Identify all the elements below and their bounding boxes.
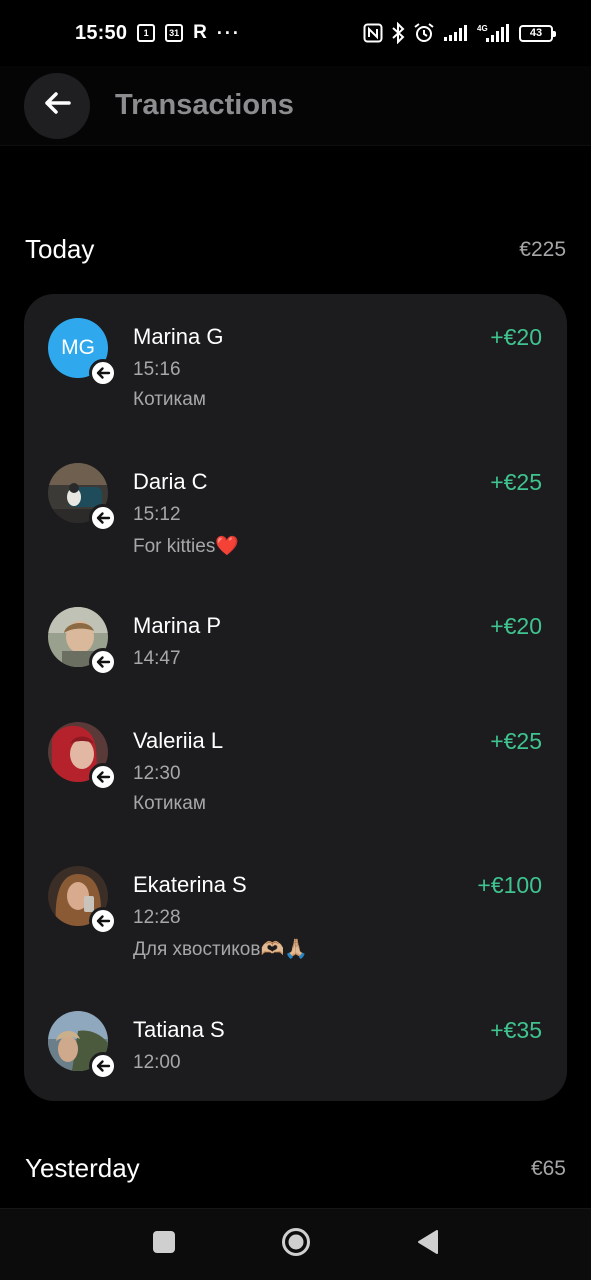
avatar-initials: MG	[61, 336, 95, 359]
transaction-time: 14:47	[133, 648, 181, 669]
status-bar: 15:50 1 31 R ··· 4G 43	[0, 0, 591, 66]
transaction-name: Valeriia L	[133, 728, 224, 753]
section-title: Yesterday	[25, 1153, 140, 1183]
transaction-amount: +€100	[477, 872, 542, 898]
incoming-arrow-icon	[89, 359, 117, 387]
incoming-arrow-icon	[89, 648, 117, 676]
app-header: Transactions	[0, 66, 591, 146]
more-notifications-icon: ···	[216, 22, 241, 43]
status-time: 15:50	[75, 21, 128, 44]
incoming-arrow-icon	[89, 504, 117, 532]
transaction-name: Daria C	[133, 469, 208, 494]
alarm-icon	[413, 22, 435, 44]
section-total: €225	[519, 237, 566, 261]
transaction-note: For kitties❤️	[133, 536, 240, 557]
home-button[interactable]	[276, 1225, 316, 1265]
transaction-time: 12:00	[133, 1052, 181, 1073]
system-nav-bar	[0, 1208, 591, 1280]
transaction-row[interactable]: Marina P 14:47 +€20	[24, 583, 567, 703]
transactions-screen: 15:50 1 31 R ··· 4G 43 Transactions Toda…	[0, 0, 591, 1280]
back-button[interactable]	[24, 72, 90, 139]
transactions-card: MG Marina G 15:16 Котикам +€20 Daria C 1…	[24, 294, 567, 1101]
transaction-name: Marina G	[133, 324, 224, 349]
transaction-amount: +€25	[490, 728, 542, 754]
transaction-name: Marina P	[133, 613, 222, 638]
transaction-name: Tatiana S	[133, 1017, 225, 1042]
section-header-yesterday: Yesterday €65	[25, 1153, 566, 1184]
bluetooth-icon	[391, 22, 405, 44]
status-bar-right: 4G 43	[363, 22, 556, 44]
transaction-time: 15:12	[133, 504, 181, 525]
transaction-amount: +€20	[490, 613, 542, 639]
section-header-today: Today €225	[25, 234, 566, 265]
incoming-arrow-icon	[89, 763, 117, 791]
system-back-button[interactable]	[408, 1225, 448, 1265]
transaction-row[interactable]: Ekaterina S 12:28 Для хвостиков🫶🏼🙏🏼 +€10…	[24, 842, 567, 962]
signal-icon	[443, 24, 469, 42]
transaction-row[interactable]: Valeriia L 12:30 Котикам +€25	[24, 698, 567, 818]
circle-home-icon	[281, 1227, 311, 1262]
incoming-arrow-icon	[89, 907, 117, 935]
triangle-back-icon	[417, 1229, 439, 1260]
r-app-icon: R	[193, 22, 207, 43]
transaction-time: 12:30	[133, 763, 181, 784]
transaction-time: 12:28	[133, 907, 181, 928]
page-title: Transactions	[115, 89, 294, 121]
transaction-amount: +€20	[490, 324, 542, 350]
transaction-name: Ekaterina S	[133, 872, 247, 897]
transaction-row[interactable]: MG Marina G 15:16 Котикам +€20	[24, 294, 567, 414]
transaction-amount: +€25	[490, 469, 542, 495]
signal-4g-icon: 4G	[477, 23, 511, 43]
battery-icon: 43	[519, 24, 556, 42]
recents-button[interactable]	[144, 1225, 184, 1265]
transaction-note: Котикам	[133, 793, 206, 814]
status-bar-left: 15:50 1 31 R ···	[75, 22, 241, 45]
transaction-row[interactable]: Daria C 15:12 For kitties❤️ +€25	[24, 439, 567, 559]
section-title: Today	[25, 234, 95, 264]
square-icon	[152, 1230, 176, 1259]
calendar-icon: 31	[165, 24, 184, 42]
arrow-left-icon	[43, 91, 71, 120]
transaction-amount: +€35	[490, 1017, 542, 1043]
transaction-note: Для хвостиков🫶🏼🙏🏼	[133, 939, 308, 960]
transaction-time: 15:16	[133, 359, 181, 380]
transaction-row[interactable]: Tatiana S 12:00 +€35	[24, 987, 567, 1107]
incoming-arrow-icon	[89, 1052, 117, 1080]
svg-text:4G: 4G	[477, 24, 488, 33]
section-total: €65	[530, 1156, 566, 1180]
nfc-icon	[363, 23, 383, 43]
notification-box-icon: 1	[137, 24, 156, 42]
transaction-note: Котикам	[133, 389, 206, 410]
